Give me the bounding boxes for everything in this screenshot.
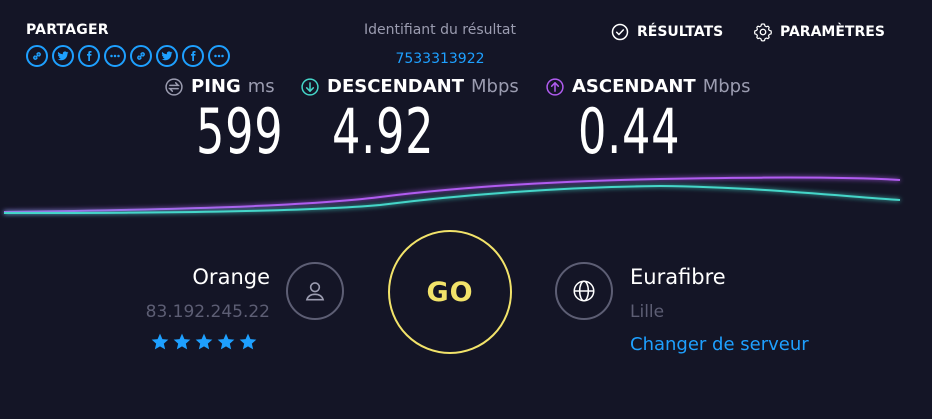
download-arrow-icon xyxy=(301,77,319,96)
share-facebook-button[interactable] xyxy=(78,45,100,67)
isp-name: Orange xyxy=(192,265,270,289)
ping-unit: ms xyxy=(247,76,275,97)
share-label: PARTAGER xyxy=(26,22,109,38)
ping-label: PING xyxy=(191,76,241,97)
isp-ip-address: 83.192.245.22 xyxy=(145,302,270,322)
check-circle-icon xyxy=(611,23,629,41)
result-id-label: Identifiant du résultat xyxy=(364,22,516,38)
gear-icon xyxy=(753,23,772,42)
download-label: DESCENDANT xyxy=(327,76,464,97)
download-unit: Mbps xyxy=(471,76,519,97)
share-more-button[interactable] xyxy=(208,45,230,67)
twitter-icon xyxy=(161,51,173,61)
go-button[interactable]: GO xyxy=(388,230,512,354)
share-twitter-button[interactable] xyxy=(52,45,74,67)
results-label: RÉSULTATS xyxy=(637,24,724,40)
upload-speed-line xyxy=(3,176,901,213)
server-city: Lille xyxy=(630,302,665,322)
result-id-link[interactable]: 7533313922 xyxy=(330,51,550,67)
settings-link[interactable]: PARAMÈTRES xyxy=(753,22,885,42)
share-link-button[interactable] xyxy=(26,45,48,67)
share-icons xyxy=(26,45,230,67)
settings-label: PARAMÈTRES xyxy=(780,24,885,40)
upload-unit: Mbps xyxy=(702,76,751,97)
share-more-button[interactable] xyxy=(104,45,126,67)
link-icon xyxy=(33,52,41,60)
upload-header: ASCENDANT Mbps xyxy=(545,76,750,97)
download-header: DESCENDANT Mbps xyxy=(300,76,519,97)
star-icon xyxy=(172,332,192,352)
user-icon xyxy=(286,262,344,320)
share-facebook-button[interactable] xyxy=(182,45,204,67)
change-server-link[interactable]: Changer de serveur xyxy=(630,334,809,355)
server-name: Eurafibre xyxy=(630,265,726,289)
ping-value: 599 xyxy=(196,95,284,168)
more-icon xyxy=(214,54,224,58)
globe-icon xyxy=(555,262,613,320)
results-link[interactable]: RÉSULTATS xyxy=(610,22,723,42)
star-icon xyxy=(238,332,258,352)
isp-rating xyxy=(150,332,258,352)
ping-header: PING ms xyxy=(164,76,275,97)
upload-value: 0.44 xyxy=(578,95,681,168)
twitter-icon xyxy=(57,51,69,61)
ping-icon xyxy=(165,77,183,96)
facebook-icon xyxy=(87,51,92,61)
star-icon xyxy=(150,332,170,352)
share-link-button[interactable] xyxy=(130,45,152,67)
upload-label: ASCENDANT xyxy=(572,76,696,97)
star-icon xyxy=(216,332,236,352)
speed-graph xyxy=(3,176,901,214)
upload-arrow-icon xyxy=(546,77,564,96)
link-icon xyxy=(137,52,145,60)
more-icon xyxy=(110,54,120,58)
facebook-icon xyxy=(191,51,196,61)
share-twitter-button[interactable] xyxy=(156,45,178,67)
star-icon xyxy=(194,332,214,352)
download-value: 4.92 xyxy=(332,95,435,168)
